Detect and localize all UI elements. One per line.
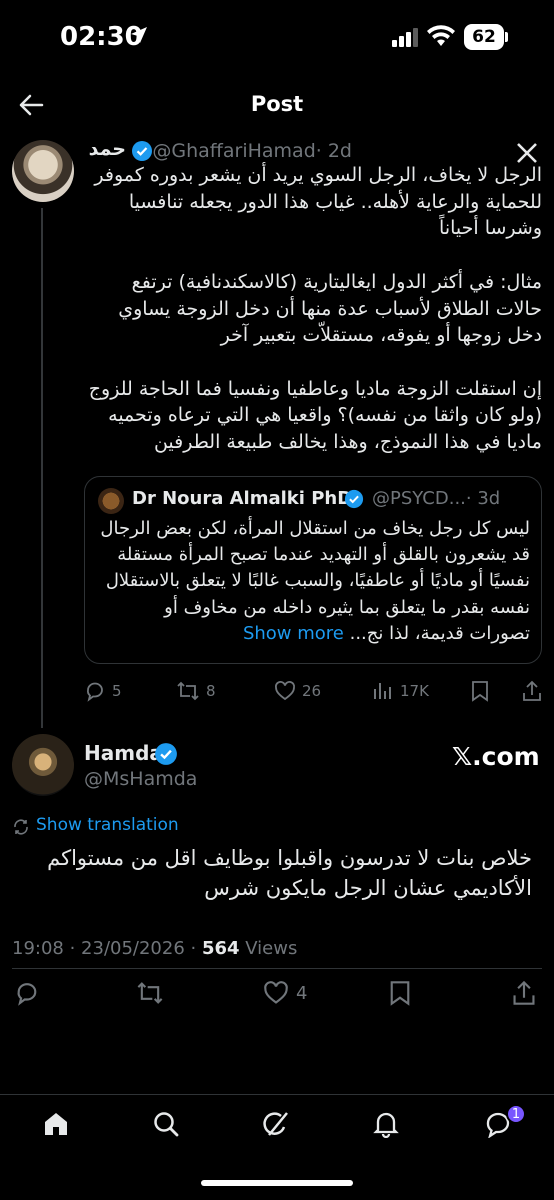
avatar[interactable] <box>12 734 74 796</box>
reply-icon <box>87 682 103 702</box>
quote-text: ليس كل رجل يخاف من استقلال المرأة، لكن ب… <box>100 518 530 644</box>
x-logo-icon <box>517 143 537 163</box>
heart-icon <box>264 981 288 1004</box>
grok-icon[interactable] <box>262 1110 290 1138</box>
wifi-icon <box>427 25 455 46</box>
home-indicator <box>201 1180 353 1186</box>
messages-badge: 1 <box>506 1104 526 1124</box>
divider <box>12 968 542 969</box>
show-more-link[interactable]: Show more <box>243 623 344 644</box>
reply-button[interactable]: 5 <box>84 680 122 702</box>
views-button[interactable]: 17K <box>372 680 429 702</box>
author-handle[interactable]: @MsHamda <box>84 768 197 790</box>
share-icon[interactable] <box>522 680 542 702</box>
views-chart-icon <box>374 683 391 699</box>
repost-icon[interactable] <box>136 980 164 1006</box>
like-button[interactable]: 4 <box>262 980 307 1006</box>
page-title: Post <box>250 92 304 116</box>
like-count: 26 <box>302 682 322 700</box>
reply-icon[interactable] <box>14 980 40 1006</box>
author-name[interactable]: Hamda <box>84 741 163 765</box>
like-count: 4 <box>296 982 308 1004</box>
home-icon[interactable] <box>42 1110 70 1138</box>
repost-icon <box>177 681 199 701</box>
share-icon[interactable] <box>512 980 536 1006</box>
battery-nub <box>505 32 508 42</box>
author-name[interactable]: حمد <box>89 138 126 160</box>
bookmark-icon[interactable] <box>470 680 490 702</box>
views-count: 17K <box>400 682 429 700</box>
heart-icon <box>275 681 295 701</box>
verified-badge-icon <box>132 141 152 161</box>
show-translation-link[interactable]: Show translation <box>36 815 179 835</box>
like-button[interactable]: 26 <box>274 680 321 702</box>
avatar[interactable] <box>12 140 74 202</box>
tweet-text: خلاص بنات لا تدرسون واقبلوا بوظايف اقل م… <box>47 846 532 900</box>
reply-count: 5 <box>112 682 122 700</box>
quote-author-handle: @PSYCD...· 3d <box>372 488 501 509</box>
search-icon[interactable] <box>152 1110 180 1138</box>
cellular-signal-icon <box>392 28 418 47</box>
battery-indicator: 62 <box>464 24 504 50</box>
location-arrow-icon <box>131 27 147 43</box>
nav-divider <box>0 1094 554 1095</box>
tweet-meta: 19:08 · 23/05/2026 · 564 Views <box>12 938 298 959</box>
verified-badge-icon <box>155 743 177 765</box>
verified-badge-icon <box>344 489 364 509</box>
quote-avatar <box>98 488 124 514</box>
notifications-bell-icon[interactable] <box>372 1110 400 1138</box>
source-label: 𝕏.com <box>452 742 540 771</box>
tweet-text: الرجل لا يخاف، الرجل السوي يريد أن يشعر … <box>88 164 542 454</box>
thread-connector <box>41 208 43 728</box>
translate-icon <box>14 819 28 835</box>
quote-author-name: Dr Noura Almalki PhD <box>132 488 353 509</box>
author-handle[interactable]: @GhaffariHamad· 2d <box>152 140 352 162</box>
repost-count: 8 <box>206 682 216 700</box>
repost-button[interactable]: 8 <box>176 680 216 702</box>
bookmark-icon[interactable] <box>388 980 412 1006</box>
